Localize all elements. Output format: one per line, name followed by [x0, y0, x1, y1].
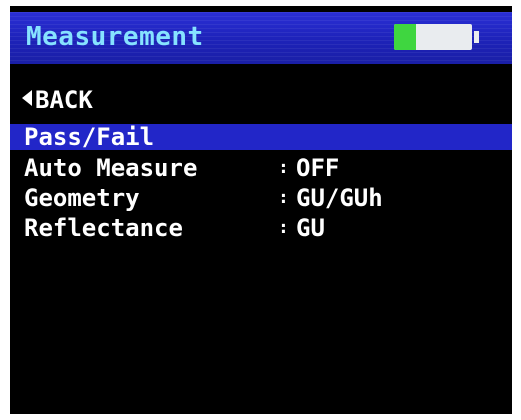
menu-item-auto-measure[interactable]: Auto Measure : OFF — [10, 154, 512, 184]
settings-menu: Pass/Fail Auto Measure : OFF Geometry : … — [10, 123, 512, 244]
menu-item-separator: : — [278, 217, 289, 238]
device-screen: Measurement BACK Pass/Fail Auto Measure … — [10, 6, 512, 414]
menu-item-label: Reflectance — [24, 214, 183, 242]
menu-item-value: GU/GUh — [296, 184, 383, 212]
menu-item-pass-fail[interactable]: Pass/Fail — [10, 123, 512, 151]
menu-item-reflectance[interactable]: Reflectance : GU — [10, 214, 512, 244]
battery-icon — [394, 24, 472, 50]
page-title: Measurement — [26, 22, 204, 52]
menu-item-label: Pass/Fail — [24, 123, 155, 151]
back-arrow-icon — [22, 90, 32, 106]
back-label: BACK — [35, 86, 93, 114]
menu-item-label: Auto Measure — [24, 154, 198, 182]
battery-level-fill — [394, 24, 416, 50]
back-button[interactable]: BACK — [22, 86, 93, 114]
menu-item-value: GU — [296, 214, 325, 242]
battery-tip — [474, 31, 479, 43]
menu-item-value: OFF — [296, 154, 340, 182]
menu-item-separator: : — [278, 187, 289, 208]
menu-item-geometry[interactable]: Geometry : GU/GUh — [10, 184, 512, 214]
menu-item-label: Geometry — [24, 184, 140, 212]
menu-item-separator: : — [278, 157, 289, 178]
